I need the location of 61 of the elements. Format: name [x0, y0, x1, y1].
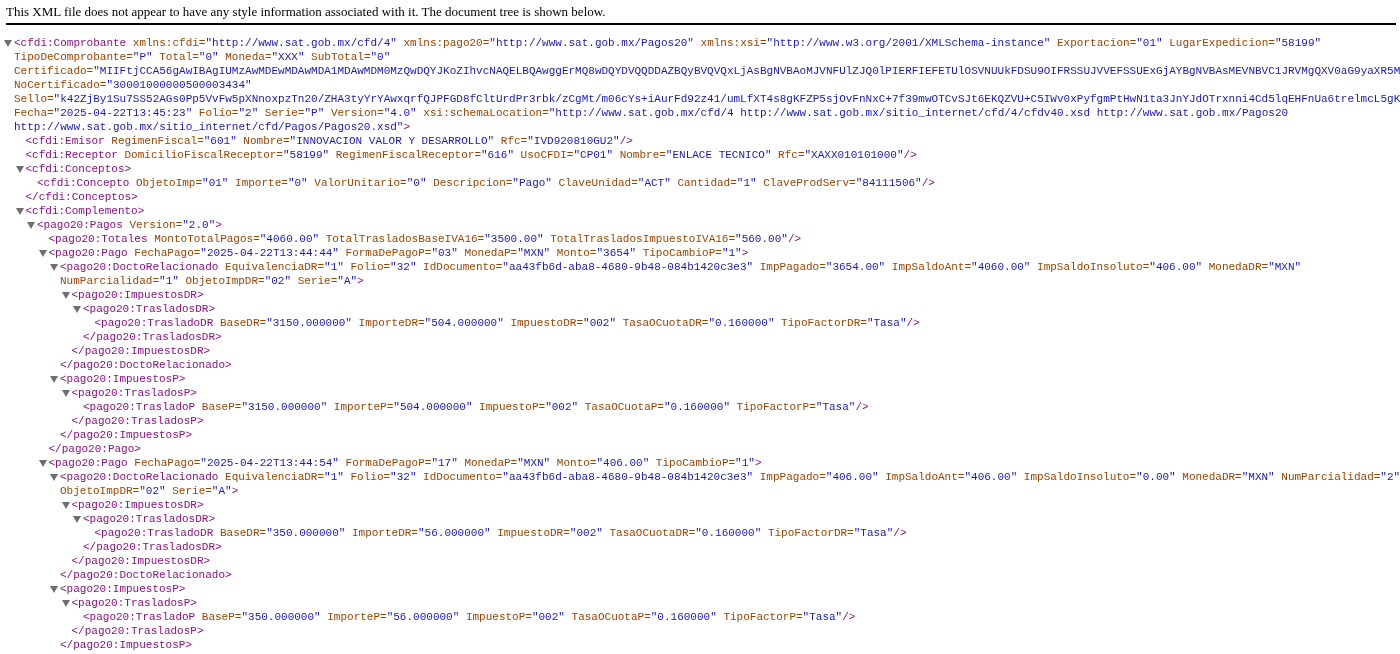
expanded-arrow-icon[interactable]: [15, 166, 24, 173]
xml-tag-line: <pago20:TrasladosP>: [71, 386, 197, 400]
closing-tag: </pago20:DoctoRelacionado>: [60, 568, 232, 582]
expanded-arrow-icon[interactable]: [15, 208, 24, 215]
xml-tag-line: <pago20:DoctoRelacionado EquivalenciaDR="1" Folio="32" IdDocumento="aa43fb6d-aba8-4680-9b48-084b1420c3e3" ImpPagado="406.00" ImpSaldoAnt="406.00" ImpSaldoInsoluto="0.00" MonedaDR="MXN" NumParcialidad="2": [60, 470, 1400, 484]
closing-tag: </pago20:TrasladosDR>: [83, 330, 222, 344]
xml-tag-line: <pago20:TrasladosP>: [71, 596, 197, 610]
xml-tag-line: <pago20:ImpuestosP>: [60, 582, 186, 596]
xml-tag-line: Sello="k42ZjBy1Su7SS52AGs0Pp5VvFw5pXNnoxpzTn20/ZHA3tyYrYAwxqrfQJPFGD8fCltUrdPr3rbk/zCgMt/m06cYs+iAurFd92z41/umLfXT4s8gKFZP5sjOvFnNxC+7f39mwOTCvSJt6EKQZVU+C5IWv0xPyfgmPtHwN1ta3JnYJdOTrxnni4Cd5lqEHFnUa6trelmcL5gK: [14, 92, 1400, 106]
xml-tag-line: TipoDeComprobante="P" Total="0" Moneda="XXX" SubTotal="0": [14, 50, 391, 64]
xml-tag-line: <pago20:TrasladoP BaseP="3150.000000" ImporteP="504.000000" ImpuestoP="002" TasaOCuotaP="0.160000" TipoFactorP="Tasa"/>: [83, 400, 869, 414]
xml-tag-line: ObjetoImpDR="02" Serie="A">: [60, 484, 239, 498]
expanded-arrow-icon[interactable]: [61, 292, 70, 299]
closing-tag: </pago20:ImpuestosP>: [60, 638, 193, 652]
expanded-arrow-icon[interactable]: [50, 586, 58, 593]
xml-tag-line: <pago20:TrasladoP BaseP="350.000000" ImporteP="56.000000" ImpuestoP="002" TasaOCuotaP="0.160000" TipoFactorP="Tasa"/>: [83, 610, 856, 624]
xml-tag-line: Certificado="MIIFtjCCA56gAwIBAgIUMzAwMDEwMDAwMDA1MDAwMDM0MzQwDQYJKoZIhvcNAQELBQAwggErMQ8wDQYDVQQDDAZBQyBVQVQxLjAsBgNVBAoMJVNFUlZJQ0lPIERFIEFETUlOSVNUUkFDSU9OIFRSSUJVVEFSSUExGjAYBgNVBAsMEVNBVC1JRVMgQXV0aG9yaXR5M: [14, 64, 1400, 78]
closing-tag: </pago20:ImpuestosP>: [60, 428, 193, 442]
style-info-message: This XML file does not appear to have any style information associated with it. The document tree is shown below.: [6, 4, 606, 20]
xml-tag-line: http://www.sat.gob.mx/sitio_internet/cfd/Pagos/Pagos20.xsd">: [14, 120, 411, 134]
xml-tag-line: <pago20:Pago FechaPago="2025-04-22T13:44:44" FormaDePagoP="03" MonedaP="MXN" Monto="3654" TipoCambioP="1">: [48, 246, 749, 260]
expanded-arrow-icon[interactable]: [50, 474, 58, 481]
xml-tag-line: <pago20:TrasladosDR>: [83, 512, 216, 526]
xml-tag-line: NumParcialidad="1" ObjetoImpDR="02" Serie="A">: [60, 274, 364, 288]
expanded-arrow-icon[interactable]: [61, 390, 70, 397]
expanded-arrow-icon[interactable]: [38, 460, 47, 467]
expanded-arrow-icon[interactable]: [61, 502, 70, 509]
xml-tag-line: <pago20:ImpuestosP>: [60, 372, 186, 386]
closing-tag: </pago20:DoctoRelacionado>: [60, 358, 232, 372]
closing-tag: </pago20:ImpuestosDR>: [71, 554, 211, 568]
expanded-arrow-icon[interactable]: [27, 222, 35, 229]
xml-tag-line: <pago20:Pago FechaPago="2025-04-22T13:44:54" FormaDePagoP="17" MonedaP="MXN" Monto="406.00" TipoCambioP="1">: [48, 456, 762, 470]
closing-tag: </pago20:ImpuestosDR>: [71, 344, 211, 358]
xml-tag-line: <cfdi:Conceptos>: [25, 162, 132, 176]
expanded-arrow-icon[interactable]: [38, 250, 47, 257]
closing-tag: </pago20:TrasladosDR>: [83, 540, 222, 554]
xml-tag-line: <pago20:DoctoRelacionado EquivalenciaDR="1" Folio="32" IdDocumento="aa43fb6d-aba8-4680-9b48-084b1420c3e3" ImpPagado="3654.00" ImpSaldoAnt="4060.00" ImpSaldoInsoluto="406.00" MonedaDR="MXN": [60, 260, 1302, 274]
xml-tag-line: <pago20:Pagos Version="2.0">: [37, 218, 222, 232]
xml-tag-line: <pago20:ImpuestosDR>: [71, 498, 204, 512]
expanded-arrow-icon[interactable]: [50, 376, 58, 383]
expanded-arrow-icon[interactable]: [50, 264, 58, 271]
closing-tag: </pago20:Pago>: [48, 442, 141, 456]
expanded-arrow-icon[interactable]: [73, 306, 81, 313]
xml-tag-line: Fecha="2025-04-22T13:45:23" Folio="2" Serie="P" Version="4.0" xsi:schemaLocation="http://www.sat.gob.mx/cfd/4 http://www.sat.gob.mx/sitio_internet/cfd/4/cfdv40.xsd http://www.sat.gob.mx/Pagos20: [14, 106, 1289, 120]
closing-tag: </pago20:TrasladosP>: [71, 624, 204, 638]
xml-tag-line: <pago20:TrasladoDR BaseDR="350.000000" ImporteDR="56.000000" ImpuestoDR="002" TasaOCuotaDR="0.160000" TipoFactorDR="Tasa"/>: [94, 526, 907, 540]
xml-tag-line: <cfdi:Receptor DomicilioFiscalReceptor="58199" RegimenFiscalReceptor="616" UsoCFDI="CP01" Nombre="ENLACE TECNICO" Rfc="XAXX010101000"/>: [25, 148, 917, 162]
expanded-arrow-icon[interactable]: [73, 516, 81, 523]
xml-tag-line: <pago20:Totales MontoTotalPagos="4060.00" TotalTrasladosBaseIVA16="3500.00" TotalTrasladosImpuestoIVA16="560.00"/>: [48, 232, 802, 246]
xml-tag-line: <pago20:TrasladosDR>: [83, 302, 216, 316]
expanded-arrow-icon[interactable]: [4, 40, 12, 47]
expanded-arrow-icon[interactable]: [61, 600, 70, 607]
xml-tag-line: NoCertificado="30001000000500003434": [14, 78, 252, 92]
xml-tag-line: <pago20:TrasladoDR BaseDR="3150.000000" ImporteDR="504.000000" ImpuestoDR="002" TasaOCuotaDR="0.160000" TipoFactorDR="Tasa"/>: [94, 316, 920, 330]
closing-tag: </pago20:TrasladosP>: [71, 414, 204, 428]
xml-tag-line: <cfdi:Complemento>: [25, 204, 145, 218]
xml-tag-line: <cfdi:Comprobante xmlns:cfdi="http://www.sat.gob.mx/cfd/4" xmlns:pago20="http://www.sat.gob.mx/Pagos20" xmlns:xsi="http://www.w3.org/2001/XMLSchema-instance" Exportacion="01" LugarExpedicion="58199": [14, 36, 1322, 50]
closing-tag: </cfdi:Conceptos>: [25, 190, 138, 204]
xml-tag-line: <cfdi:Concepto ObjetoImp="01" Importe="0" ValorUnitario="0" Descripcion="Pago" ClaveUnidad="ACT" Cantidad="1" ClaveProdServ="84111506"/>: [37, 176, 935, 190]
xml-tag-line: <pago20:ImpuestosDR>: [71, 288, 204, 302]
xml-tag-line: <cfdi:Emisor RegimenFiscal="601" Nombre="INNOVACION VALOR Y DESARROLLO" Rfc="IVD920810GU2"/>: [25, 134, 633, 148]
